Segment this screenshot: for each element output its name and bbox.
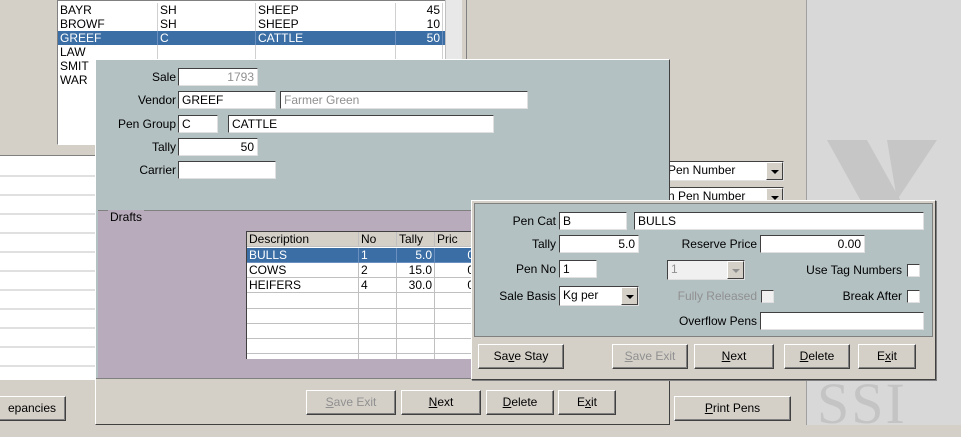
print-pens-button[interactable]: Print Pens [674, 396, 791, 421]
label-accel: D [799, 349, 809, 363]
pen-no-label: Pen No [515, 262, 556, 276]
left-lines-pane [0, 155, 95, 380]
list-item[interactable]: GREEF C CATTLE 50 [58, 31, 461, 46]
vendor-code-field[interactable]: GREEF [178, 91, 276, 109]
list-item[interactable]: BROWF SH SHEEP 10 [58, 17, 461, 32]
use-tag-numbers-checkbox[interactable] [907, 264, 920, 277]
fully-released-checkbox[interactable] [761, 290, 774, 303]
pen-no-field[interactable]: 1 [559, 260, 597, 278]
draft-tally-label: Tally [531, 237, 556, 251]
list-cell-desc [256, 45, 396, 60]
label-pre: E [576, 395, 585, 409]
pen-no-combo[interactable]: 1 [667, 260, 745, 280]
list-cell-type [158, 45, 256, 60]
list-item[interactable]: BAYR SH SHEEP 45 [58, 3, 461, 18]
sale-basis-combo[interactable]: Kg per [559, 286, 639, 306]
print-pens-label-accel: P [704, 401, 713, 415]
list-cell-count: 45 [396, 3, 443, 18]
sale-field[interactable]: 1793 [178, 68, 258, 86]
label-post: ave Exit [333, 395, 377, 409]
list-cell-desc: CATTLE [256, 31, 396, 46]
sale-save-exit-button[interactable]: Save Exit [306, 390, 396, 415]
break-after-checkbox[interactable] [907, 290, 920, 303]
list-cell-desc: SHEEP [256, 3, 396, 18]
label-post: it [891, 349, 897, 363]
list-cell-desc: SHEEP [256, 17, 396, 32]
draft-tally-field[interactable]: 5.0 [559, 235, 639, 253]
list-cell-type: SH [158, 3, 256, 18]
pen-cat-code-field[interactable]: B [559, 212, 627, 230]
list-cell-count [396, 45, 443, 60]
tally-field[interactable]: 50 [178, 138, 258, 156]
label-post: elete [808, 349, 835, 363]
fully-released-label: Fully Released [677, 289, 757, 303]
use-tag-numbers-label: Use Tag Numbers [806, 263, 902, 277]
discrepancies-button[interactable]: epancies [0, 396, 66, 421]
draft-next-button[interactable]: Next [694, 344, 774, 369]
list-cell-type: C [158, 31, 256, 46]
pen-number-combo-1-value: Pen Number [668, 163, 736, 177]
chevron-down-icon[interactable] [621, 287, 638, 305]
label-post: e Stay [514, 349, 549, 363]
carrier-label: Carrier [139, 163, 176, 177]
pen-group-code-field[interactable]: C [178, 115, 218, 133]
label-post: ave Exit [632, 349, 676, 363]
sale-basis-value: Kg per [563, 288, 599, 302]
label-pre: E [876, 349, 885, 363]
vendor-label: Vendor [137, 93, 176, 107]
chevron-down-icon[interactable] [727, 261, 744, 279]
label-post: ext [437, 395, 454, 409]
watermark-text: SSI [817, 371, 907, 436]
pen-number-combo-1[interactable]: Pen Number [664, 161, 784, 181]
label-accel: D [502, 395, 512, 409]
list-item[interactable]: LAW [58, 45, 461, 60]
sale-label: Sale [151, 70, 176, 84]
list-cell-type: SH [158, 17, 256, 32]
label-pre: Sa [493, 349, 509, 363]
draft-exit-button[interactable]: Exit [858, 344, 916, 369]
draft-save-exit-button[interactable]: Save Exit [612, 344, 688, 369]
label-post: elete [511, 395, 538, 409]
pen-group-label: Pen Group [117, 117, 176, 131]
vendor-name-field[interactable]: Farmer Green [280, 91, 528, 109]
draft-save-stay-button[interactable]: Save Stay [478, 344, 564, 369]
overflow-pens-label: Overflow Pens [678, 314, 757, 328]
reserve-price-label: Reserve Price [681, 237, 757, 251]
sale-delete-button[interactable]: Delete [486, 390, 554, 415]
label-post: ext [730, 349, 747, 363]
drafts-grid[interactable]: Description No Tally Pric BULLS15.00.0CO… [246, 231, 486, 359]
list-cell-code: BROWF [58, 17, 158, 32]
print-pens-label-post: rint Pens [712, 401, 761, 415]
drafts-label: Drafts [108, 210, 145, 224]
draft-form-window: Pen Cat B BULLS Tally 5.0 Reserve Price … [471, 200, 936, 380]
list-cell-code: BAYR [58, 3, 158, 18]
pen-cat-label: Pen Cat [512, 214, 556, 228]
overflow-pens-field[interactable] [760, 312, 924, 330]
pen-cat-name-field[interactable]: BULLS [634, 212, 924, 230]
discrepancies-label: epancies [7, 401, 57, 415]
draft-delete-button[interactable]: Delete [784, 344, 850, 369]
list-cell-code: LAW [58, 45, 158, 60]
tally-label: Tally [151, 140, 176, 154]
pen-no-combo-value: 1 [671, 262, 678, 276]
label-accel: S [325, 395, 334, 409]
label-post: it [591, 395, 597, 409]
list-cell-code: GREEF [58, 31, 158, 46]
list-cell-count: 50 [396, 31, 443, 46]
carrier-field[interactable] [178, 161, 276, 179]
break-after-label: Break After [842, 289, 902, 303]
list-cell-count: 10 [396, 17, 443, 32]
chevron-down-icon[interactable] [766, 162, 783, 180]
pen-group-name-field[interactable]: CATTLE [228, 115, 494, 133]
sale-exit-button[interactable]: Exit [558, 390, 616, 415]
reserve-price-field[interactable]: 0.00 [760, 235, 865, 253]
label-accel: S [624, 349, 633, 363]
sale-next-button[interactable]: Next [401, 390, 481, 415]
sale-basis-label: Sale Basis [499, 289, 556, 303]
